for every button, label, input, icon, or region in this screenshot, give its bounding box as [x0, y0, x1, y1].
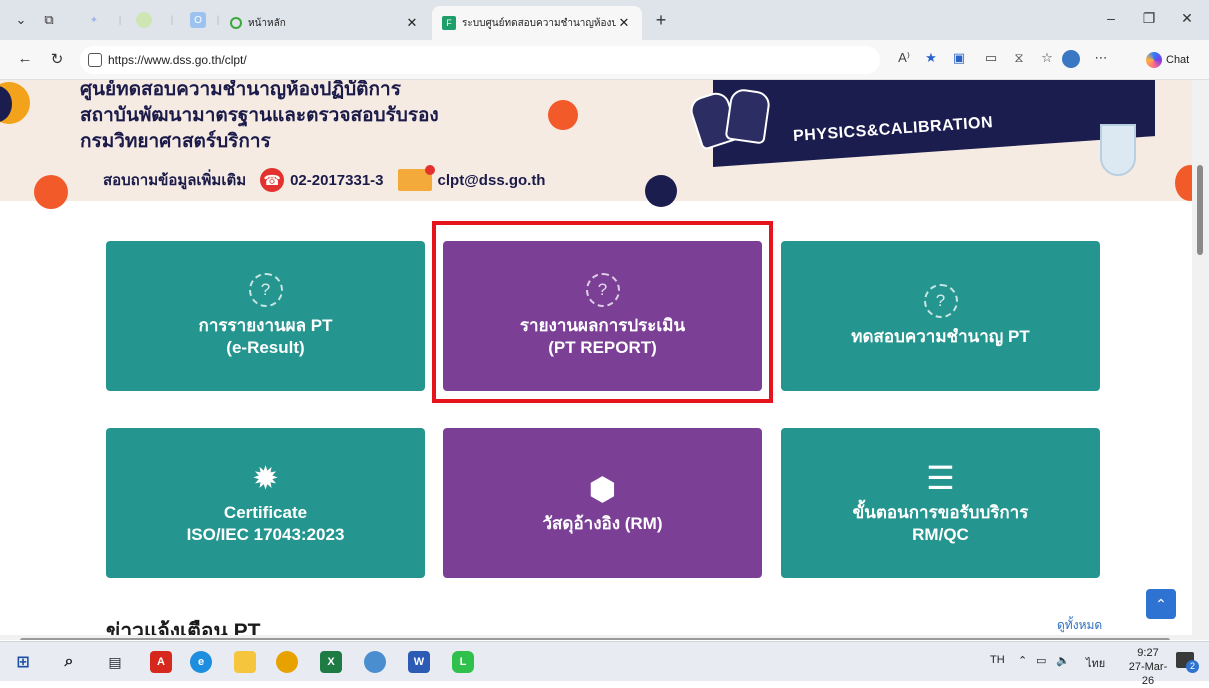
decor-dot-navy-2: [645, 175, 677, 207]
url-text: https://www.dss.go.th/clpt/: [108, 53, 247, 67]
address-bar[interactable]: https://www.dss.go.th/clpt/: [80, 46, 880, 74]
new-tab-button[interactable]: +: [648, 8, 674, 32]
chrome-profile-icon[interactable]: [364, 651, 386, 673]
file-explorer-icon[interactable]: [234, 651, 256, 673]
extension-icon[interactable]: ▣: [948, 50, 970, 70]
vertical-scroll-thumb[interactable]: [1197, 165, 1203, 255]
site-info-lock-icon[interactable]: [88, 53, 102, 67]
tab-clpt[interactable]: F ระบบศูนย์ทดสอบความชำนาญห้องปฏิบัติ ✕: [432, 6, 642, 40]
tray-overflow-chevron-icon[interactable]: ⌃: [1018, 654, 1027, 667]
tab-favicon-icon: [230, 17, 242, 29]
read-aloud-icon[interactable]: A⁾: [893, 50, 915, 70]
excel-icon[interactable]: X: [320, 651, 342, 673]
clock-date: 27-Mar-26: [1128, 661, 1168, 687]
copilot-chat-button[interactable]: Chat: [1146, 50, 1189, 70]
windows-start-icon[interactable]: ⊞: [12, 651, 34, 673]
contact-phone[interactable]: 02-2017331-3: [290, 172, 383, 189]
tab-close-icon[interactable]: ✕: [404, 15, 420, 31]
refresh-icon[interactable]: ↻: [46, 50, 68, 70]
highlight-box: [432, 221, 773, 403]
browser-essentials-icon[interactable]: ⧖: [1008, 50, 1030, 70]
decor-dot-orange: [548, 100, 578, 130]
card-title: ทดสอบความชำนาญ PT: [851, 327, 1030, 346]
browser-toolbar: ← ↻ https://www.dss.go.th/clpt/ A⁾ ★ ▣ ▭…: [0, 40, 1209, 80]
chrome-icon[interactable]: [276, 651, 298, 673]
back-arrow-icon[interactable]: ←: [14, 50, 36, 70]
question-circle-icon: ?: [248, 273, 283, 307]
system-clock[interactable]: 9:27 27-Mar-26: [1128, 646, 1168, 688]
certificate-badge-icon: ✹: [252, 460, 279, 496]
profile-avatar-icon[interactable]: [1060, 50, 1082, 70]
browser-titlebar: ⌄ ⧉ ✦ | | O | หน้าหลัก ✕ F ระบบศูนย์ทดสอ…: [0, 0, 1209, 40]
horizontal-scroll-thumb[interactable]: [20, 638, 1170, 640]
horizontal-scrollbar[interactable]: [0, 635, 1192, 640]
chat-label: Chat: [1166, 54, 1190, 66]
favorite-star-icon[interactable]: ★: [920, 50, 942, 70]
cubes-icon: ⬢: [588, 471, 617, 507]
restore-button[interactable]: ❐: [1132, 10, 1166, 32]
see-all-link[interactable]: ดูทั้งหมด: [1057, 616, 1102, 635]
page-viewport: ศูนย์ทดสอบความชำนาญห้องปฏิบัติการ สถาบัน…: [0, 80, 1209, 640]
tab-favicon-icon: F: [442, 16, 456, 30]
card-reference-material[interactable]: ⬢ วัสดุอ้างอิง (RM): [443, 428, 762, 578]
tab-home[interactable]: หน้าหลัก ✕: [220, 6, 430, 40]
language-indicator[interactable]: TH: [990, 654, 1005, 666]
phone-icon: ☎: [260, 168, 285, 192]
contact-row: สอบถามข้อมูลเพิ่มเติม ☎ 02-2017331-3 clp…: [103, 165, 546, 192]
decor-dot-orange-2: [34, 175, 68, 209]
split-screen-icon[interactable]: ▭: [980, 50, 1002, 70]
mail-icon: [397, 165, 435, 191]
tab-actions-chevron-icon[interactable]: ⌄: [8, 8, 34, 32]
pinned-tab-green-icon[interactable]: [136, 12, 152, 28]
card-certificate[interactable]: ✹ Certificate ISO/IEC 17043:2023: [106, 428, 425, 578]
question-circle-icon: ?: [923, 284, 958, 318]
notification-count-badge: 2: [1186, 660, 1199, 673]
card-proficiency-test[interactable]: ? ทดสอบความชำนาญ PT: [781, 241, 1100, 391]
line-app-icon[interactable]: L: [452, 651, 474, 673]
banner-title-3: กรมวิทยาศาสตร์บริการ: [80, 131, 271, 152]
pinned-tab-divider: |: [118, 14, 122, 26]
checklist-icon: ☰: [926, 460, 955, 496]
pinned-tab-outlook-icon[interactable]: O: [190, 12, 206, 28]
favorites-list-icon[interactable]: ☆: [1036, 50, 1058, 70]
pinned-tab-divider-2: |: [170, 14, 174, 26]
task-view-icon[interactable]: ▤: [104, 651, 126, 673]
close-window-button[interactable]: ✕: [1170, 10, 1204, 32]
card-service-steps[interactable]: ☰ ขั้นตอนการขอรับบริการ RM/QC: [781, 428, 1100, 578]
minimize-button[interactable]: –: [1094, 10, 1128, 32]
input-language[interactable]: ไทย: [1086, 654, 1105, 672]
tab-title: ระบบศูนย์ทดสอบความชำนาญห้องปฏิบัติ: [462, 17, 616, 29]
workspaces-icon[interactable]: ⧉: [36, 8, 62, 32]
search-icon[interactable]: ⌕: [58, 651, 80, 673]
card-title: วัสดุอ้างอิง (RM): [542, 514, 663, 533]
site-banner: ศูนย์ทดสอบความชำนาญห้องปฏิบัติการ สถาบัน…: [0, 80, 1205, 209]
glove-right-icon: [724, 87, 772, 145]
volume-icon[interactable]: 🔈: [1056, 654, 1070, 667]
contact-label: สอบถามข้อมูลเพิ่มเติม: [103, 172, 247, 189]
pinned-tab-copilot-icon[interactable]: ✦: [86, 12, 102, 28]
vertical-scrollbar[interactable]: [1192, 80, 1209, 640]
card-title: การรายงานผล PT (e-Result): [198, 316, 333, 357]
notification-center-icon[interactable]: 2: [1176, 652, 1199, 673]
tab-title: หน้าหลัก: [248, 17, 286, 29]
windows-taskbar: ⊞ ⌕ ▤ A e X W L TH ⌃ ▭ 🔈 ไทย 9:27 27-Mar…: [0, 641, 1209, 687]
flask-icon: [1100, 124, 1136, 176]
network-icon[interactable]: ▭: [1036, 654, 1046, 667]
acrobat-icon[interactable]: A: [150, 651, 172, 673]
card-title: ขั้นตอนการขอรับบริการ RM/QC: [852, 503, 1029, 544]
word-icon[interactable]: W: [408, 651, 430, 673]
contact-email[interactable]: clpt@dss.go.th: [438, 172, 546, 189]
copilot-icon: [1146, 52, 1162, 68]
card-title: Certificate ISO/IEC 17043:2023: [186, 503, 345, 544]
card-e-result[interactable]: ? การรายงานผล PT (e-Result): [106, 241, 425, 391]
more-options-icon[interactable]: ⋯: [1090, 50, 1112, 70]
scroll-to-top-button[interactable]: ⌃: [1146, 589, 1176, 619]
edge-icon[interactable]: e: [190, 651, 212, 673]
tab-close-icon[interactable]: ✕: [616, 15, 632, 31]
clock-time: 9:27: [1137, 647, 1159, 659]
